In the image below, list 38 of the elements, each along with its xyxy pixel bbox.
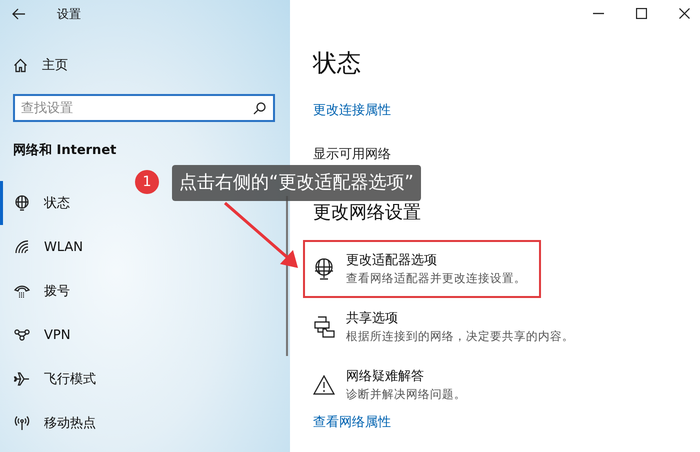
- section-heading: 更改网络设置: [313, 201, 421, 225]
- nav-item[interactable]: WLAN: [0, 225, 290, 269]
- page-title: 状态: [313, 48, 361, 78]
- warning-icon: [313, 375, 335, 395]
- option-title: 网络疑难解答: [346, 368, 425, 386]
- search-field[interactable]: 查找设置: [13, 94, 275, 122]
- option-title: 更改适配器选项: [346, 252, 438, 270]
- back-arrow-icon[interactable]: [12, 8, 26, 20]
- option-description: 根据所连接到的网络，决定要共享的内容。: [346, 328, 574, 344]
- globe-icon: [14, 195, 30, 211]
- option-description: 查看网络适配器并更改连接设置。: [346, 270, 526, 286]
- option-item[interactable]: 网络疑难解答 诊断并解决网络问题。: [303, 356, 481, 414]
- printer-folder-icon: [313, 316, 335, 338]
- search-icon[interactable]: [253, 102, 266, 115]
- window-title: 设置: [57, 6, 81, 22]
- wifi-icon: [14, 240, 30, 254]
- link[interactable]: 更改连接属性: [313, 102, 391, 120]
- hotspot-icon: [14, 415, 30, 431]
- home-icon: [13, 58, 28, 72]
- nav-item[interactable]: 飞行模式: [0, 357, 290, 401]
- vpn-icon: [14, 329, 30, 341]
- link[interactable]: 显示可用网络: [313, 146, 391, 164]
- maximize-icon[interactable]: [636, 8, 647, 19]
- option-description: 诊断并解决网络问题。: [346, 386, 466, 402]
- globe-monitor-icon: [313, 258, 335, 280]
- link[interactable]: 查看网络属性: [313, 414, 391, 432]
- option-title: 共享选项: [346, 310, 399, 328]
- callout-tooltip: 点击右侧的“更改适配器选项”: [172, 165, 421, 201]
- phone-icon: [14, 284, 30, 298]
- nav-item[interactable]: 拨号: [0, 269, 290, 313]
- highlighted-option[interactable]: 更改适配器选项 查看网络适配器并更改连接设置。: [303, 240, 541, 298]
- airplane-icon: [14, 371, 30, 387]
- section-heading: 网络和 Internet: [13, 142, 118, 160]
- nav-item[interactable]: 移动热点: [0, 401, 290, 445]
- home-item[interactable]: 主页: [13, 51, 290, 79]
- option-item[interactable]: 共享选项 根据所连接到的网络，决定要共享的内容。: [303, 298, 589, 356]
- nav-item[interactable]: VPN: [0, 313, 290, 357]
- close-icon[interactable]: [679, 8, 690, 19]
